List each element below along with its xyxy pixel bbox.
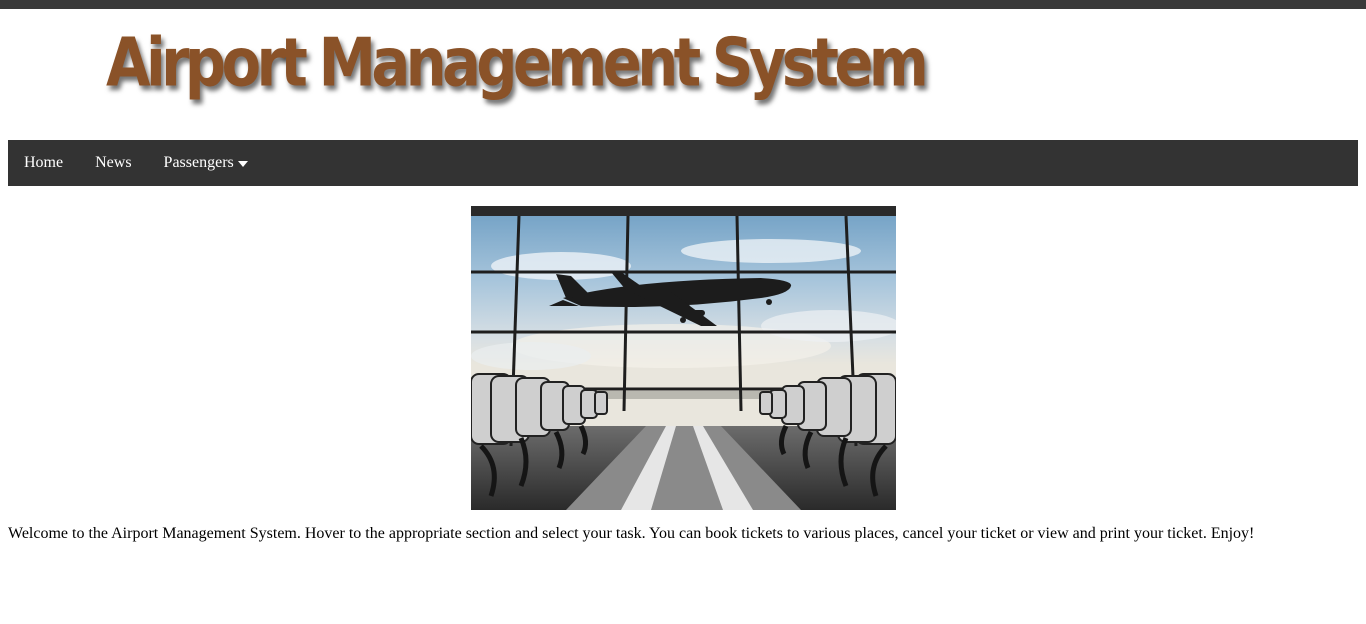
welcome-text: Welcome to the Airport Management System… [8, 525, 1255, 542]
site-title: Airport Management System [106, 23, 929, 102]
nav-home[interactable]: Home [8, 140, 79, 186]
airport-hero-image [471, 206, 896, 510]
caret-down-icon [237, 161, 248, 167]
top-strip [0, 0, 1366, 9]
nav-news-label: News [95, 154, 132, 171]
nav-home-label: Home [24, 154, 64, 171]
nav-passengers-label: Passengers [163, 154, 234, 171]
navbar: Home News Passengers [8, 140, 1358, 186]
nav-news[interactable]: News [79, 140, 147, 186]
nav-passengers-dropdown[interactable]: Passengers [148, 140, 264, 186]
